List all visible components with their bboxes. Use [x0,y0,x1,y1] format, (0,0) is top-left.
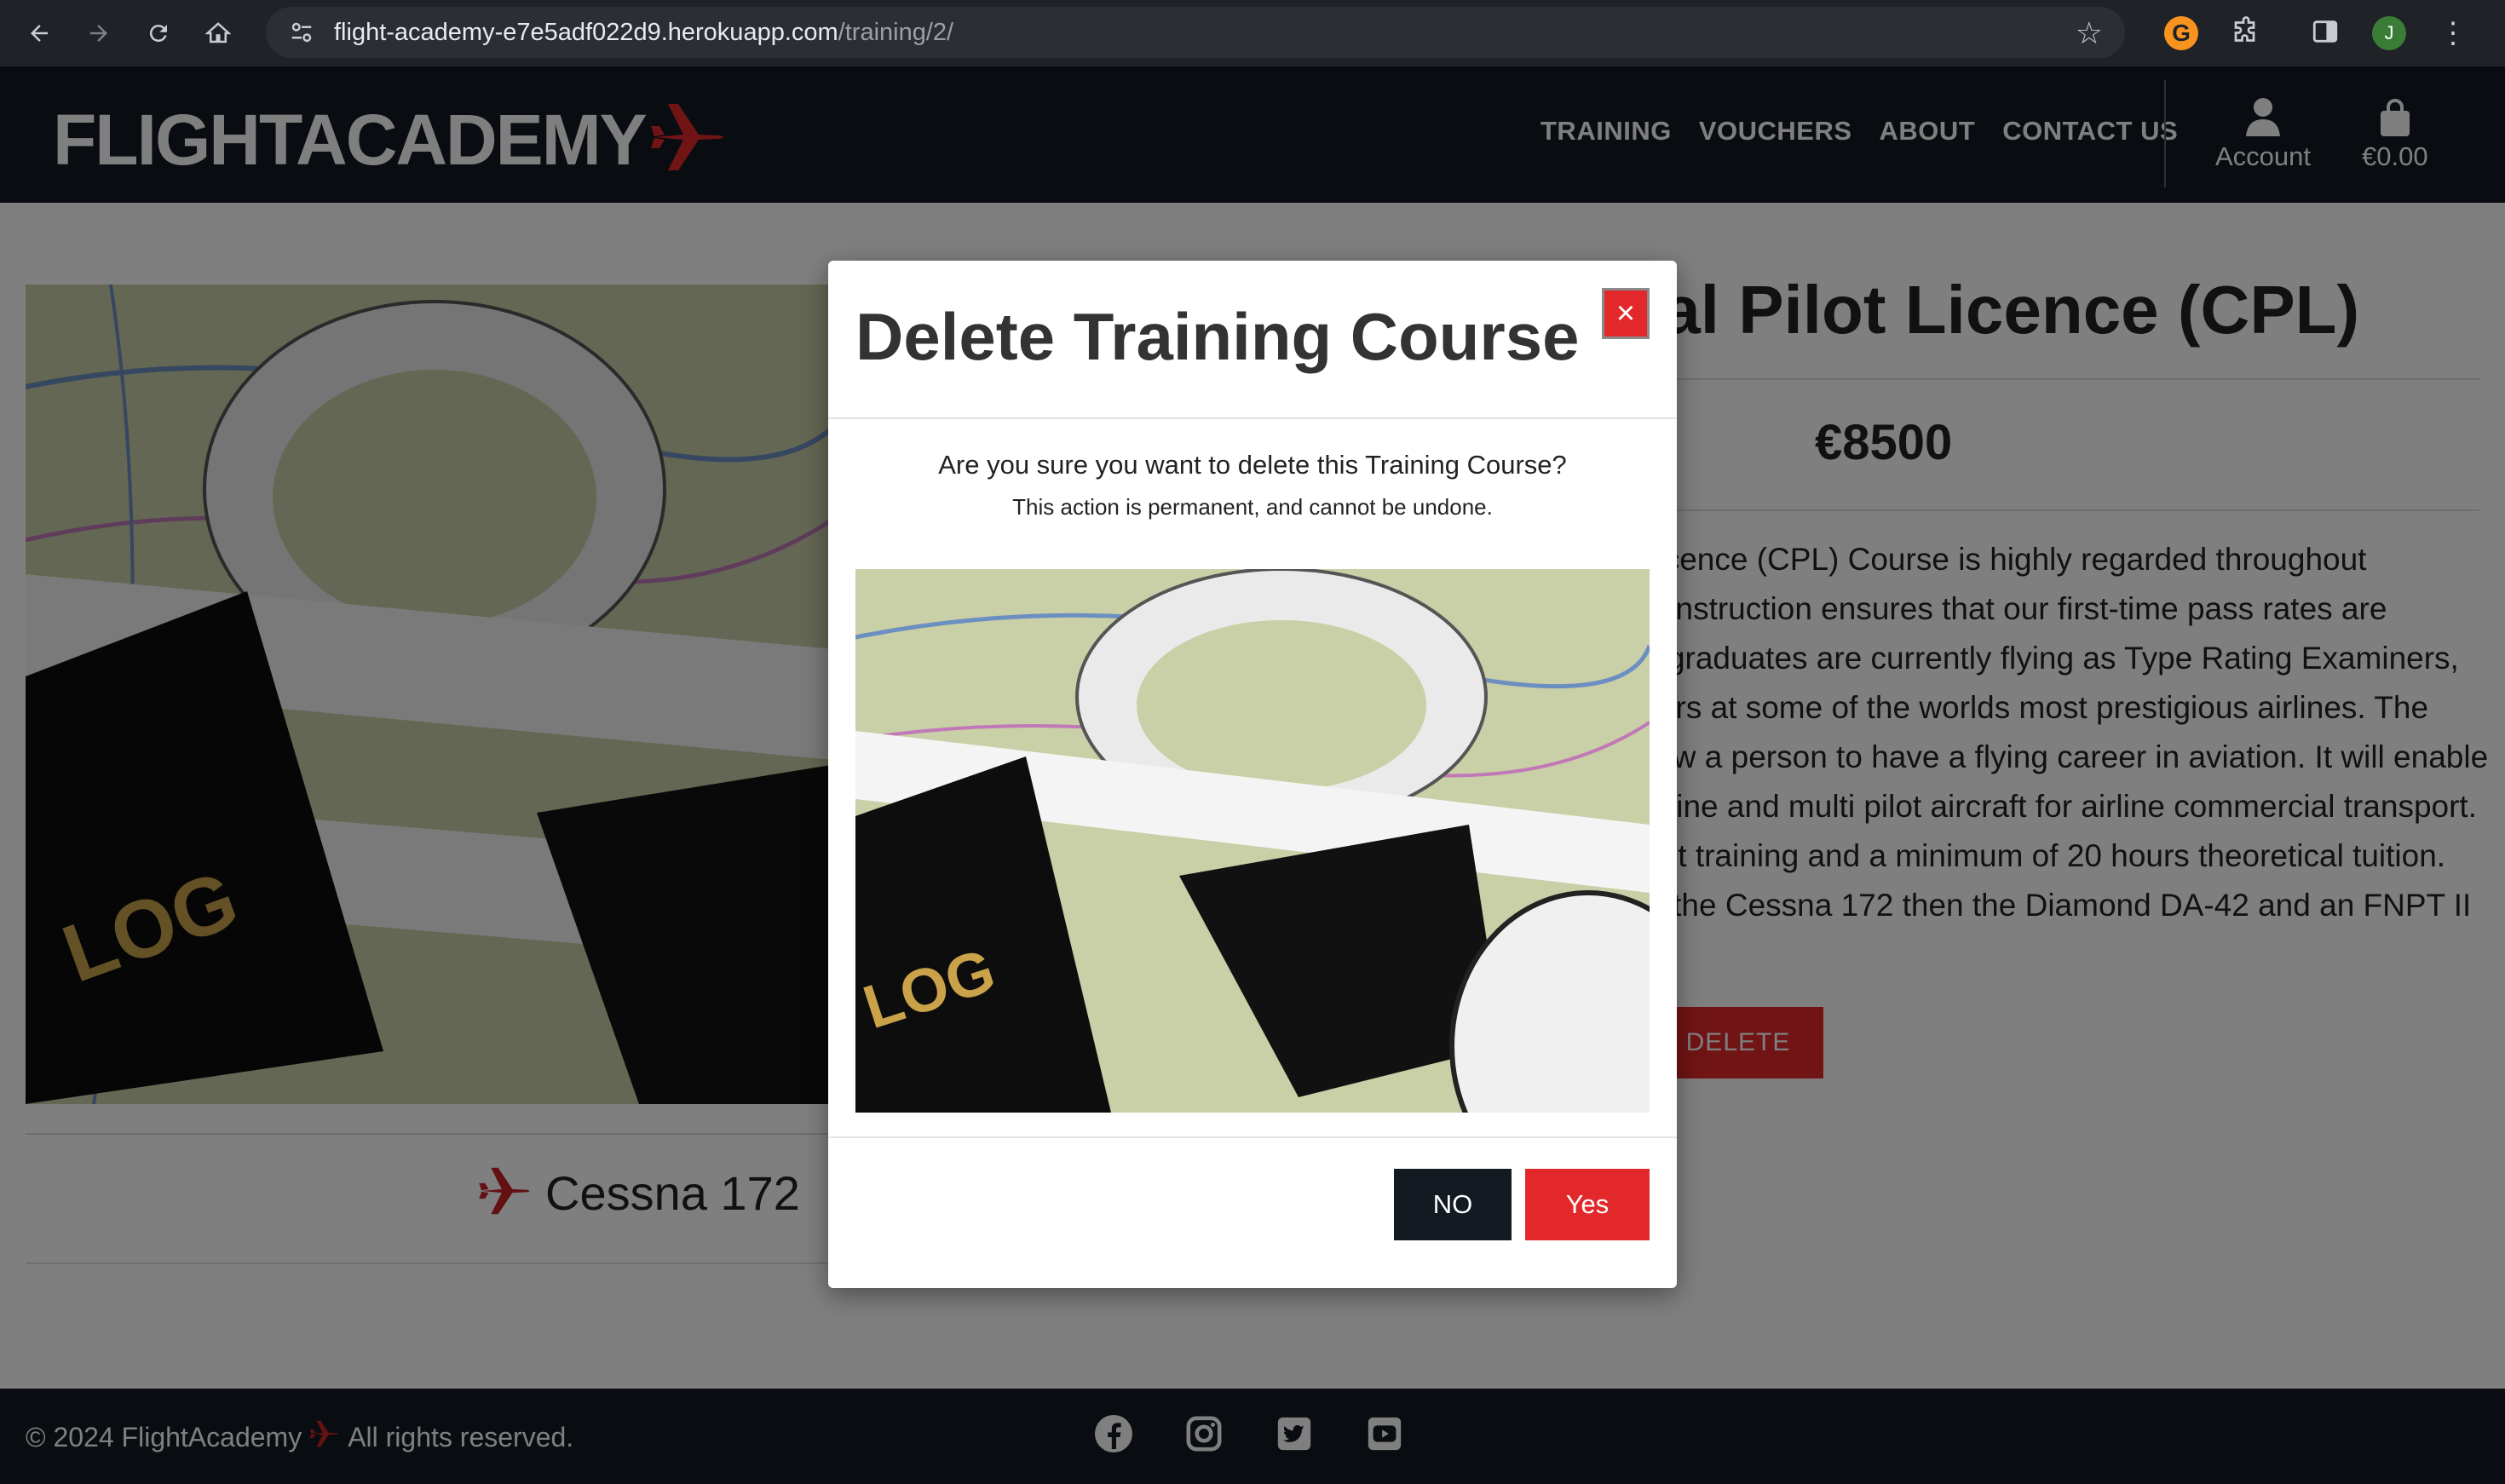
extensions-puzzle-icon[interactable] [2231,15,2261,51]
home-icon[interactable] [201,16,235,50]
address-bar[interactable]: flight-academy-e7e5adf022d9.herokuapp.co… [266,7,2125,58]
browser-menu-icon[interactable]: ⋮ [2439,16,2468,50]
url-text: flight-academy-e7e5adf022d9.herokuapp.co… [334,19,953,47]
site-settings-icon[interactable] [285,15,319,49]
modal-title: Delete Training Course [855,299,1580,374]
url-path: /training/2/ [838,18,954,46]
modal-divider [828,1136,1677,1138]
side-panel-icon[interactable] [2311,17,2340,50]
bookmark-star-icon[interactable]: ☆ [2076,15,2103,51]
cancel-button[interactable]: NO [1394,1169,1512,1240]
url-host: flight-academy-e7e5adf022d9.herokuapp.co… [334,18,838,46]
course-image-preview: LOG [855,569,1650,1113]
reload-icon[interactable] [141,16,176,50]
confirm-delete-button[interactable]: Yes [1525,1169,1650,1240]
forward-icon[interactable] [82,16,116,50]
delete-confirm-modal: Delete Training Course × Are you sure yo… [828,261,1677,1288]
profile-avatar[interactable]: J [2372,16,2406,50]
extension-g-icon[interactable]: G [2164,16,2198,50]
back-icon[interactable] [22,16,56,50]
confirm-warning: This action is permanent, and cannot be … [1012,494,1493,520]
modal-divider [828,417,1677,419]
confirm-question: Are you sure you want to delete this Tra… [938,450,1567,480]
close-button[interactable]: × [1602,288,1650,339]
browser-toolbar: flight-academy-e7e5adf022d9.herokuapp.co… [0,0,2505,66]
